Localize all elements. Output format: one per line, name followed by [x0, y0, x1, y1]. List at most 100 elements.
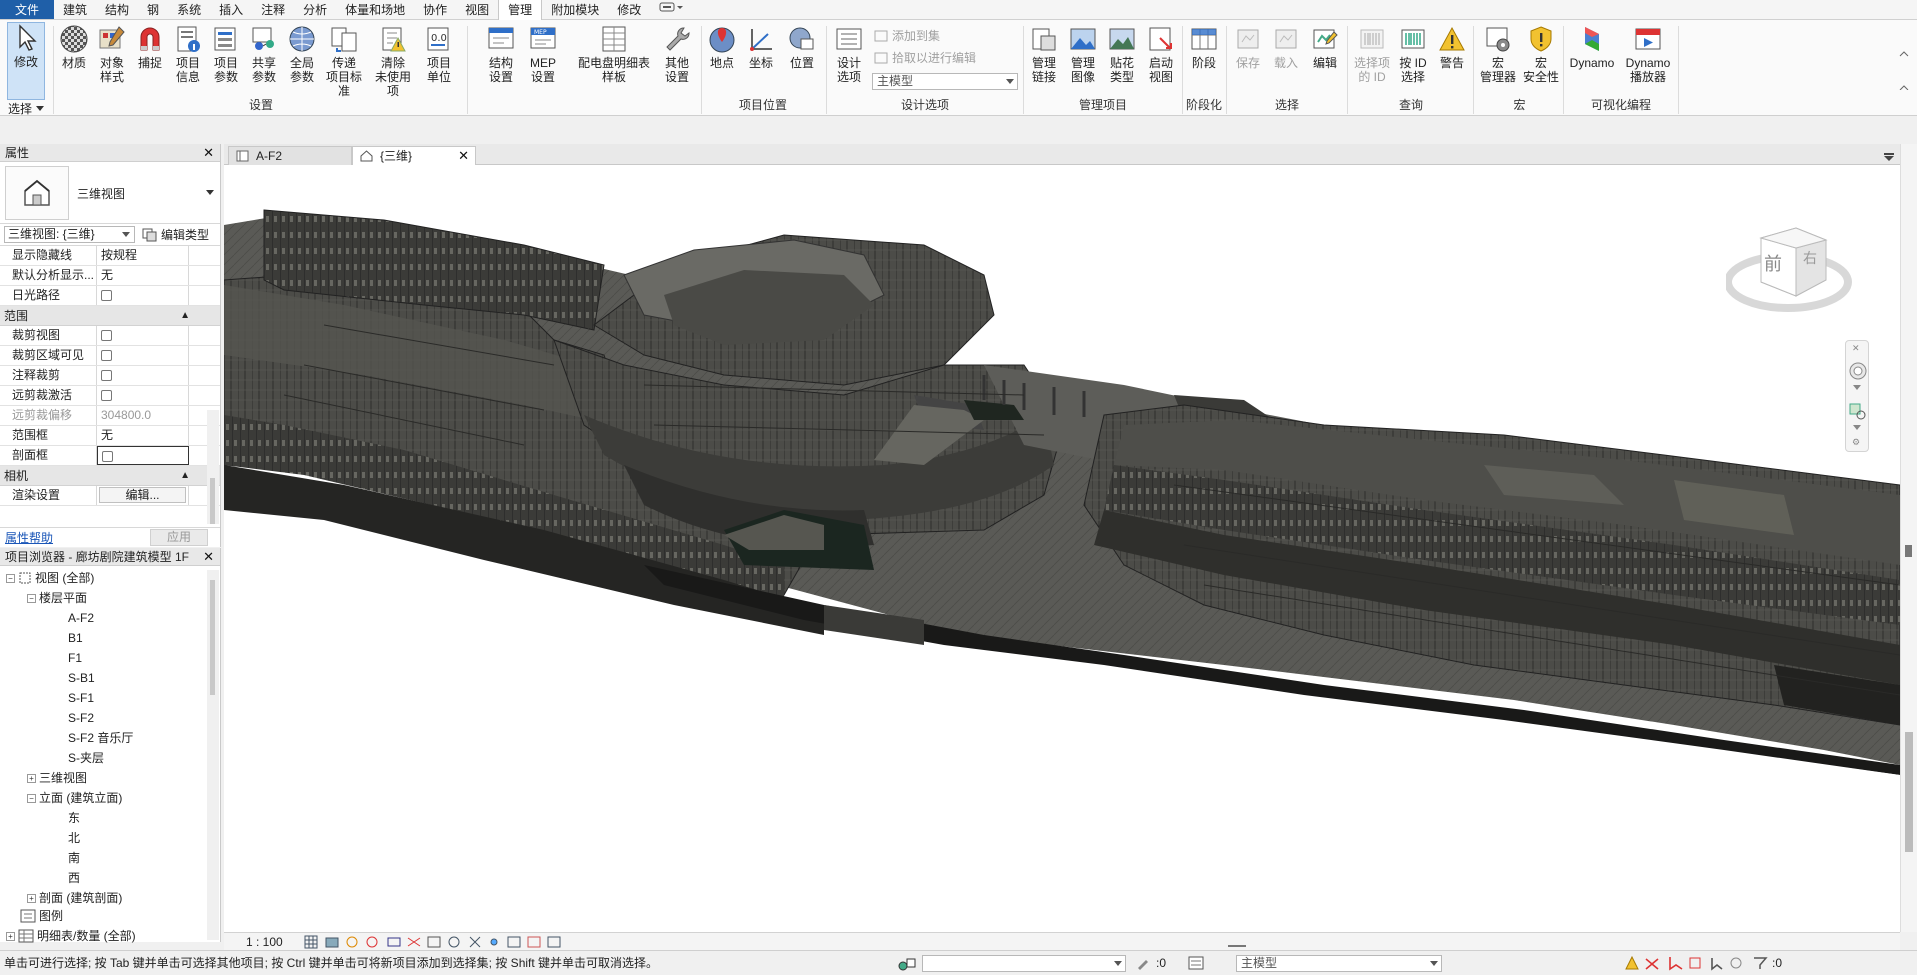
- tree-item-plan[interactable]: S-F1: [68, 690, 94, 706]
- tab-analyze[interactable]: 分析: [294, 0, 336, 19]
- tab-manage[interactable]: 管理: [498, 0, 543, 21]
- viewport-vertical-scrollbar[interactable]: [1900, 144, 1917, 932]
- annotation-crop-checkbox[interactable]: [101, 370, 112, 381]
- tab-annotate[interactable]: 注释: [252, 0, 294, 19]
- tree-item-elevation[interactable]: 西: [68, 870, 80, 886]
- design-options-button[interactable]: 设计 选项: [830, 24, 868, 84]
- viewcube-right-face[interactable]: 右: [1803, 248, 1817, 268]
- transfer-standards-button[interactable]: 传递 项目标准: [321, 24, 367, 98]
- project-units-button[interactable]: 0.0 项目 单位: [420, 24, 458, 84]
- category-extents[interactable]: 范围 ▲: [0, 306, 220, 326]
- tree-elevations[interactable]: − 立面 (建筑立面): [27, 790, 122, 806]
- workset-combo[interactable]: [922, 955, 1126, 972]
- nav-settings-icon[interactable]: ⚙: [1852, 437, 1860, 448]
- manage-images-button[interactable]: 管理 图像: [1064, 24, 1102, 84]
- tab-steel[interactable]: 钢: [138, 0, 168, 19]
- category-camera[interactable]: 相机 ▲: [0, 466, 220, 486]
- tree-schedules[interactable]: + 明细表/数量 (全部): [6, 928, 136, 944]
- building-3d-model[interactable]: [224, 165, 1900, 932]
- edit-selection-button[interactable]: 编辑: [1306, 24, 1344, 70]
- prop-value[interactable]: 无: [97, 266, 189, 285]
- project-parameters-button[interactable]: 项目 参数: [207, 24, 245, 84]
- browser-scrollbar[interactable]: [207, 570, 219, 940]
- tree-item-plan[interactable]: S-F2 音乐厅: [68, 730, 133, 746]
- tree-item-elevation[interactable]: 东: [68, 810, 80, 826]
- tree-item-plan[interactable]: B1: [68, 630, 83, 646]
- edit-type-button[interactable]: 编辑类型: [142, 227, 209, 243]
- editable-icon[interactable]: [1136, 956, 1150, 970]
- phases-button[interactable]: 阶段: [1185, 24, 1223, 70]
- view-controls-icons[interactable]: [304, 935, 564, 949]
- tab-architecture[interactable]: 建筑: [54, 0, 96, 19]
- tree-item-elevation[interactable]: 南: [68, 850, 80, 866]
- view-tab-3d[interactable]: {三维} ✕: [352, 146, 476, 166]
- tab-addins[interactable]: 附加模块: [542, 0, 608, 19]
- steering-wheel-icon[interactable]: [1848, 359, 1868, 383]
- scrollbar-thumb[interactable]: [210, 580, 215, 695]
- selection-options-icons[interactable]: [1624, 955, 1784, 971]
- warnings-button[interactable]: 警告: [1433, 24, 1471, 70]
- close-icon[interactable]: ✕: [203, 144, 214, 162]
- render-settings-edit-button[interactable]: 编辑...: [99, 487, 186, 503]
- ribbon-scroll-up-icon[interactable]: [1898, 50, 1910, 93]
- scrollbar-thumb[interactable]: [210, 478, 215, 524]
- tab-collaborate[interactable]: 协作: [414, 0, 456, 19]
- prop-value[interactable]: 按规程: [97, 246, 189, 265]
- tree-item-plan[interactable]: F1: [68, 650, 82, 666]
- add-to-set-button[interactable]: 添加到集: [874, 28, 940, 44]
- tree-floor-plans[interactable]: − 楼层平面: [27, 590, 87, 606]
- chevron-down-icon[interactable]: [1853, 425, 1861, 431]
- load-selection-button[interactable]: 载入: [1267, 24, 1305, 70]
- worksets-icon[interactable]: [898, 956, 916, 972]
- mep-settings-button[interactable]: MEP MEP 设置: [524, 24, 562, 84]
- location-button[interactable]: 地点: [703, 24, 741, 70]
- snaps-button[interactable]: 捕捉: [131, 24, 169, 70]
- structural-settings-button[interactable]: 结构 设置: [482, 24, 520, 84]
- macro-manager-button[interactable]: 宏 管理器: [1477, 24, 1519, 84]
- manage-links-button[interactable]: 管理 链接: [1025, 24, 1063, 84]
- design-option-status-combo[interactable]: 主模型: [1236, 955, 1442, 972]
- tree-views-root[interactable]: − 视图 (全部): [6, 570, 94, 586]
- tree-item-plan[interactable]: S-B1: [68, 670, 95, 686]
- tab-file[interactable]: 文件: [0, 0, 55, 19]
- instance-selector[interactable]: 三维视图: {三维}: [4, 226, 135, 243]
- pick-to-edit-button[interactable]: 拾取以进行编辑: [874, 50, 976, 66]
- far-clip-active-checkbox[interactable]: [101, 390, 112, 401]
- modify-button[interactable]: 修改: [7, 22, 45, 100]
- shared-parameters-button[interactable]: 共享 参数: [245, 24, 283, 84]
- panel-schedule-templates-button[interactable]: 配电盘明细表 样板: [574, 24, 654, 84]
- zoom-region-icon[interactable]: [1849, 403, 1867, 421]
- tab-massing-site[interactable]: 体量和场地: [336, 0, 414, 19]
- save-selection-button[interactable]: 保存: [1229, 24, 1267, 70]
- coordinates-button[interactable]: 坐标: [742, 24, 780, 70]
- tab-systems[interactable]: 系统: [168, 0, 210, 19]
- tree-sections[interactable]: + 剖面 (建筑剖面): [27, 890, 122, 906]
- macro-security-button[interactable]: 宏 安全性: [1520, 24, 1562, 84]
- tree-item-plan[interactable]: A-F2: [68, 610, 94, 626]
- additional-settings-button[interactable]: 其他 设置: [658, 24, 696, 84]
- tree-3d-views[interactable]: + 三维视图: [27, 770, 87, 786]
- apply-button[interactable]: 应用: [150, 529, 208, 546]
- tab-modify[interactable]: 修改: [608, 0, 650, 19]
- model-viewport[interactable]: [224, 165, 1900, 932]
- viewcube-front-face[interactable]: 前: [1764, 250, 1782, 276]
- project-info-button[interactable]: 项目 信息: [169, 24, 207, 84]
- properties-scrollbar[interactable]: [207, 410, 219, 524]
- viewcube[interactable]: 前 右: [1724, 218, 1856, 328]
- tree-item-plan[interactable]: S-夹层: [68, 750, 104, 766]
- close-icon[interactable]: ✕: [203, 548, 214, 566]
- starting-view-button[interactable]: 启动 视图: [1142, 24, 1180, 84]
- type-selector[interactable]: 三维视图: [0, 162, 220, 224]
- chevron-down-icon[interactable]: [1853, 385, 1861, 391]
- tab-list-icon[interactable]: [1884, 150, 1894, 164]
- tab-structure[interactable]: 结构: [96, 0, 138, 19]
- design-options-icon[interactable]: [1188, 956, 1204, 970]
- crop-view-checkbox[interactable]: [101, 330, 112, 341]
- ids-of-selection-button[interactable]: 选择项 的 ID: [1351, 24, 1393, 84]
- close-icon[interactable]: ✕: [458, 147, 469, 165]
- section-box-checkbox[interactable]: [102, 451, 113, 462]
- properties-help-link[interactable]: 属性帮助: [5, 528, 53, 548]
- global-parameters-button[interactable]: 全局 参数: [283, 24, 321, 84]
- select-dropdown[interactable]: 选择: [8, 100, 45, 117]
- dynamo-button[interactable]: Dynamo: [1568, 24, 1616, 70]
